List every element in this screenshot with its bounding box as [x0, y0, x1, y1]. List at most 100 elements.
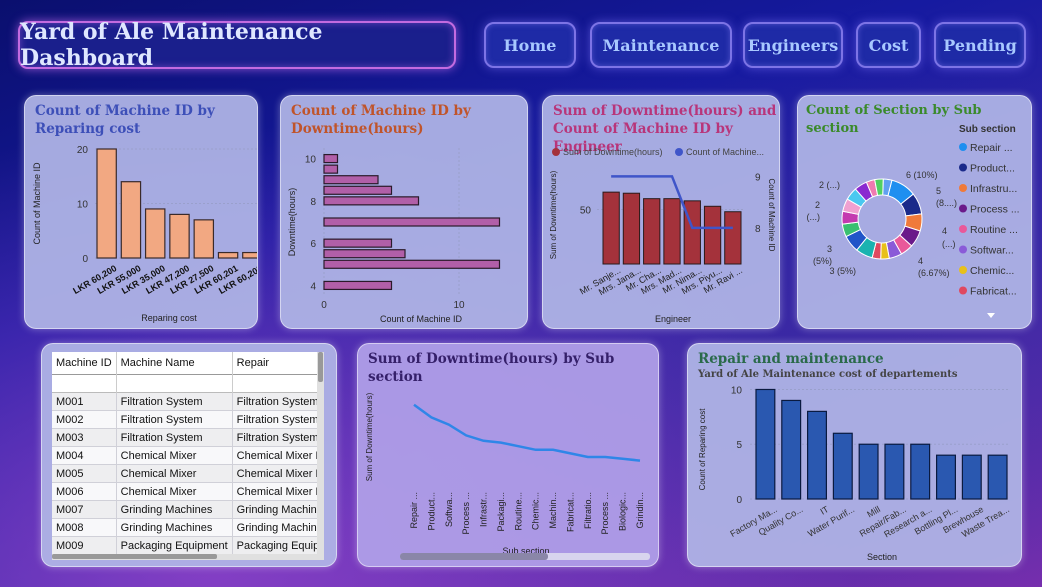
- x-tick-label: Softwa...: [444, 492, 454, 527]
- table-row[interactable]: M006 Chemical Mixer Chemical Mixer M: [52, 482, 324, 501]
- slice-label: 3 (5%): [829, 266, 856, 276]
- slice-label: 2 (...): [819, 180, 840, 190]
- bar: [323, 164, 339, 174]
- table-cell: M004: [52, 446, 117, 465]
- dashboard-title-box: Yard of Ale Maintenance Dashboard: [18, 19, 456, 71]
- nav-maintenance-button[interactable]: Maintenance: [590, 22, 732, 68]
- table-card[interactable]: Machine ID Machine Name Repair M001 Filtr…: [41, 343, 337, 567]
- table-cell: M005: [52, 464, 117, 483]
- bar: [323, 153, 339, 164]
- x-tick-label: Machin...: [548, 492, 558, 529]
- slice-label: 3: [827, 244, 832, 254]
- tick-label: 9: [755, 172, 761, 183]
- x-tick-label: Process ...: [600, 492, 610, 535]
- chart-card-repair-sections[interactable]: Repair and maintenance Yard of Ale Maint…: [687, 343, 1022, 567]
- table-cell: Grinding Machin: [236, 521, 317, 534]
- legend-label: Repair ...: [970, 142, 1013, 154]
- table-row[interactable]: M004 Chemical Mixer Chemical Mixer M: [52, 446, 324, 465]
- legend-label: Count of Machine...: [686, 147, 764, 157]
- table-row[interactable]: M001 Filtration System Filtration System: [52, 392, 324, 411]
- table-cell: Chemical Mixer M: [236, 485, 324, 498]
- slice-label: 5: [936, 186, 941, 196]
- table-cell: M009: [52, 536, 117, 555]
- bar: [144, 208, 166, 259]
- chart-card-section[interactable]: Count of Section by Sub section 6 (10%) 5…: [797, 95, 1032, 329]
- legend-label: Infrastru...: [970, 183, 1017, 195]
- slice-label: 4: [942, 226, 947, 236]
- x-tick-label: Product...: [426, 492, 436, 531]
- table-row[interactable]: M007 Grinding Machines Grinding Machin: [52, 500, 324, 519]
- table-row[interactable]: M003 Filtration System Filtration System: [52, 428, 324, 447]
- chart-card-reparing-cost[interactable]: Count of Machine ID by Reparing cost 0 10…: [24, 95, 258, 329]
- machine-table-wrapper[interactable]: Machine ID Machine Name Repair M001 Filtr…: [52, 352, 324, 560]
- x-tick-label: IT: [818, 504, 830, 517]
- table-row[interactable]: M008 Grinding Machines Grinding Machin: [52, 518, 324, 537]
- chart-card-downtime[interactable]: Count of Machine ID by Downtime(hours) 1…: [280, 95, 528, 329]
- column-header[interactable]: Machine ID: [52, 352, 117, 375]
- table-cell: Filtration System: [236, 431, 319, 444]
- nav-home-button[interactable]: Home: [484, 22, 576, 68]
- legend-label: Softwar...: [970, 245, 1014, 257]
- table-cell: M006: [52, 482, 117, 501]
- table-cell: Packaging Equip: [236, 539, 320, 552]
- table-vertical-scrollbar[interactable]: [317, 352, 324, 560]
- slice-label: (6.67%): [918, 268, 950, 278]
- x-tick-label: Routine...: [513, 492, 523, 531]
- column-header[interactable]: Machine Name: [116, 352, 233, 375]
- chart-card-subsection-line[interactable]: Sum of Downtime(hours) by Sub section Re…: [357, 343, 659, 567]
- tick-label: 10: [731, 385, 743, 396]
- tick-label: 0: [321, 300, 327, 311]
- x-axis-title: Count of Machine ID: [380, 314, 463, 324]
- legend-marker: [959, 184, 967, 192]
- y-axis-title: Downtime(hours): [287, 188, 297, 257]
- tick-label: 8: [755, 224, 761, 235]
- bar: [663, 198, 681, 265]
- nav-engineers-button[interactable]: Engineers: [743, 22, 843, 68]
- table-row[interactable]: M005 Chemical Mixer Chemical Mixer M: [52, 464, 324, 483]
- legend-label: Process ...: [970, 204, 1020, 216]
- x-tick-label: Process ...: [461, 492, 471, 535]
- x-tick-label: Packagi...: [496, 492, 506, 532]
- repair-sections-bar-chart: 0510Factory Ma...Quality Co... ITWater Pu…: [698, 385, 1011, 562]
- tick-label: 10: [305, 155, 317, 166]
- x-axis-title: Section: [867, 552, 897, 562]
- table-cell: Chemical Mixer: [116, 482, 233, 501]
- table-cell: Chemical Mixer: [116, 464, 233, 483]
- bar: [884, 443, 905, 500]
- x-tick-label: Infrastr...: [479, 492, 489, 527]
- table-cell: Chemical Mixer: [116, 446, 233, 465]
- column-header[interactable]: Repair: [232, 352, 324, 375]
- legend-marker: [959, 245, 967, 254]
- bar: [806, 410, 827, 500]
- table-row[interactable]: M002 Filtration System Filtration System: [52, 410, 324, 429]
- table-cell: Filtration System: [236, 413, 319, 426]
- x-tick-label: Repair ...: [409, 492, 419, 529]
- bar: [703, 205, 722, 265]
- table-cell: Packaging Equipment: [116, 536, 233, 555]
- bar: [858, 443, 879, 500]
- bar: [724, 211, 742, 265]
- bar: [193, 219, 215, 259]
- bar: [832, 432, 853, 500]
- x-axis-title: Reparing cost: [141, 313, 197, 323]
- legend-marker: [959, 266, 967, 274]
- bar: [323, 185, 393, 195]
- bar: [169, 213, 190, 259]
- table-row[interactable]: M009 Packaging Equipment Packaging Equip: [52, 536, 324, 555]
- tick-label: 8: [310, 197, 316, 208]
- bar: [120, 181, 142, 259]
- downtime-bar-chart: 10 8 6 40 10 Downtime(hours) Count of Machine …: [287, 148, 501, 324]
- chart-card-engineer[interactable]: Sum of Downtime(hours) and Count of Mach…: [542, 95, 780, 329]
- nav-cost-button[interactable]: Cost: [856, 22, 921, 68]
- legend-marker: [959, 163, 967, 172]
- table-horizontal-scrollbar[interactable]: [52, 554, 317, 560]
- legend-marker: [959, 286, 967, 295]
- legend-label: Fabricat...: [970, 286, 1017, 298]
- bar: [755, 388, 776, 500]
- bar: [323, 280, 393, 291]
- nav-pending-button[interactable]: Pending: [934, 22, 1026, 68]
- legend-marker: [959, 143, 967, 151]
- chart-horizontal-scrollbar[interactable]: [400, 553, 650, 560]
- bar: [323, 259, 501, 269]
- legend-marker: [552, 148, 560, 156]
